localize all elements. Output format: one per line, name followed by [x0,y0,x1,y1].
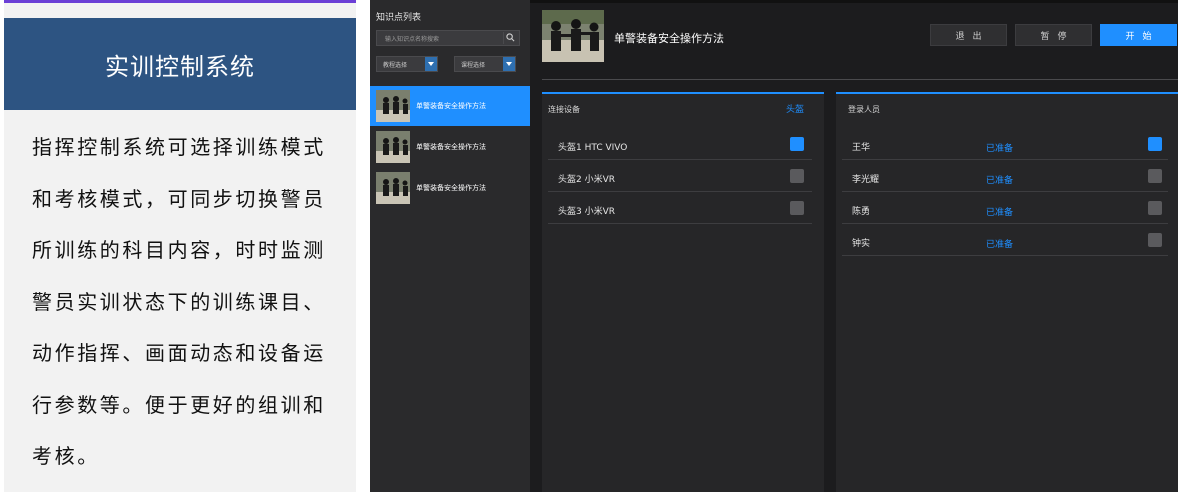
user-row: 李光耀 已准备 [842,160,1168,192]
course-select[interactable]: 课程选择 [454,56,516,72]
device-name: 头盔2 小米VR [558,175,615,185]
chevron-down-icon[interactable] [425,57,437,71]
search-icon[interactable] [503,32,517,44]
user-checkbox[interactable] [1148,137,1162,151]
device-name: 头盔1 HTC VIVO [558,143,628,153]
control-app-window: 知识点列表 输入知识点名称搜索 教程选择 课程选择 单警装备安全操作方法 单警装… [370,0,1178,492]
exit-button[interactable]: 退出 [930,24,1007,46]
description-header: 实训控制系统 [4,18,356,110]
pause-button[interactable]: 暂停 [1015,24,1092,46]
sidebar-item-label: 单警装备安全操作方法 [416,184,486,192]
description-card: 实训控制系统 指挥控制系统可选择训练模式 和考核模式，可同步切换警员 所训练的科… [4,0,356,492]
sidebar-item-lesson[interactable]: 单警装备安全操作方法 [370,168,530,208]
lesson-title: 单警装备安全操作方法 [614,32,724,45]
user-row: 王华 已准备 [842,128,1168,160]
start-button[interactable]: 开始 [1100,24,1177,46]
device-row: 头盔1 HTC VIVO [548,128,812,160]
sidebar-item-lesson[interactable]: 单警装备安全操作方法 [370,86,530,126]
users-panel: 登录人员 王华 已准备 李光耀 已准备 陈勇 已准备 钟实 已准备 [836,92,1178,492]
sidebar-item-lesson[interactable]: 单警装备安全操作方法 [370,127,530,167]
search-input[interactable]: 输入知识点名称搜索 [376,30,520,46]
users-heading: 登录人员 [848,105,880,114]
top-border [530,0,1178,3]
device-name: 头盔3 小米VR [558,207,615,217]
tutorial-select-value: 教程选择 [383,62,408,69]
sidebar-item-label: 单警装备安全操作方法 [416,102,486,110]
user-status: 已准备 [986,176,1014,186]
devices-panel: 连接设备 头盔 头盔1 HTC VIVO 头盔2 小米VR 头盔3 小米VR [542,92,824,492]
description-line: 考核。 [32,444,100,468]
device-checkbox[interactable] [790,169,804,183]
lesson-preview-image [542,10,604,62]
user-name: 陈勇 [852,207,871,217]
user-row: 钟实 已准备 [842,224,1168,256]
sidebar-item-label: 单警装备安全操作方法 [416,143,486,151]
search-placeholder: 输入知识点名称搜索 [385,36,440,43]
tutorial-select[interactable]: 教程选择 [376,56,438,72]
devices-heading: 连接设备 [548,105,580,114]
lesson-thumbnail [376,131,410,163]
description-line: 动作指挥、画面动态和设备运 [32,341,326,365]
chevron-down-icon[interactable] [503,57,515,71]
user-name: 钟实 [852,239,871,249]
description-line: 行参数等。便于更好的组训和 [32,392,326,417]
user-name: 李光耀 [852,175,880,185]
lesson-thumbnail [376,90,410,122]
description-line: 所训练的科目内容，时时监测 [32,238,326,262]
description-line: 警员实训状态下的训练课目、 [32,289,326,314]
user-row: 陈勇 已准备 [842,192,1168,224]
knowledge-sidebar: 知识点列表 输入知识点名称搜索 教程选择 课程选择 单警装备安全操作方法 单警装… [370,0,530,492]
description-body: 指挥控制系统可选择训练模式 和考核模式，可同步切换警员 所训练的科目内容，时时监… [32,122,344,483]
device-checkbox[interactable] [790,201,804,215]
user-checkbox[interactable] [1148,233,1162,247]
user-checkbox[interactable] [1148,201,1162,215]
sidebar-title: 知识点列表 [376,13,422,23]
user-checkbox[interactable] [1148,169,1162,183]
user-status: 已准备 [986,144,1014,154]
lesson-thumbnail [376,172,410,204]
user-name: 王华 [852,143,871,153]
description-line: 指挥控制系统可选择训练模式 [32,135,326,159]
description-title: 实训控制系统 [105,52,255,81]
user-status: 已准备 [986,240,1014,250]
header-divider [542,79,1178,80]
description-line: 和考核模式，可同步切换警员 [32,186,326,211]
user-status: 已准备 [986,208,1014,218]
top-accent-bar [4,0,356,3]
device-row: 头盔3 小米VR [548,192,812,224]
devices-filter-tag[interactable]: 头盔 [786,102,804,115]
device-checkbox[interactable] [790,137,804,151]
course-select-value: 课程选择 [461,62,486,69]
device-row: 头盔2 小米VR [548,160,812,192]
